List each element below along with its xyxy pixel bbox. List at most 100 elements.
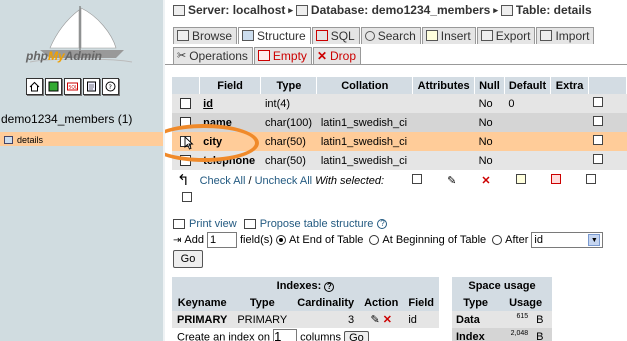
tab-bar-secondary: ✂ Operations Empty ✕ Drop	[173, 47, 362, 64]
space-header-usage: Usage	[499, 294, 552, 311]
tab-underline	[165, 64, 627, 65]
after-label: After	[505, 234, 529, 246]
sidebar-item-details[interactable]: details	[4, 135, 163, 145]
field-default	[504, 151, 551, 170]
after-radio[interactable]	[492, 235, 503, 245]
create-index-go-button[interactable]: Go	[344, 330, 369, 341]
header-extra[interactable]: Extra	[550, 77, 589, 94]
breadcrumb-separator: ▸	[493, 4, 498, 15]
phpmyadmin-logo-text: phpMyAdmin	[26, 49, 103, 63]
drop-icon: ✕	[316, 48, 327, 63]
propose-structure-link[interactable]: Propose table structure	[260, 218, 374, 230]
at-beginning-label: At Beginning of Table	[382, 234, 487, 246]
index-header-action: Action	[359, 294, 404, 311]
breadcrumb-database[interactable]: Database: demo1234_members	[311, 3, 490, 17]
help-icon[interactable]: ?	[324, 281, 335, 292]
help-icon[interactable]: ?	[102, 78, 119, 95]
documentation-icon[interactable]	[83, 78, 100, 95]
create-index-columns-input[interactable]	[273, 329, 298, 341]
tab-insert[interactable]: Insert	[421, 27, 476, 44]
check-all-link[interactable]: Check All	[200, 175, 246, 187]
header-collation[interactable]: Collation	[316, 77, 414, 94]
unique-icon[interactable]	[550, 174, 561, 184]
index-header-keyname: Keyname	[172, 294, 233, 311]
row-checkbox[interactable]	[180, 98, 192, 110]
index-header-field: Field	[403, 294, 440, 311]
header-default[interactable]: Default	[504, 77, 552, 94]
print-view-link[interactable]: Print view	[189, 218, 237, 230]
field-collation: latin1_swedish_ci	[316, 113, 413, 132]
arrow-up-icon: ↰	[177, 172, 190, 189]
header-field[interactable]: Field	[199, 77, 262, 94]
field-count-input[interactable]	[206, 232, 237, 248]
browse-distinct-icon[interactable]	[592, 97, 603, 107]
tab-import[interactable]: Import	[536, 27, 595, 44]
main-pane: Server: localhost ▸ Database: demo1234_m…	[165, 0, 627, 341]
tab-sql[interactable]: SQL	[311, 27, 360, 44]
browse-distinct-icon[interactable]	[592, 154, 603, 164]
row-actions	[588, 151, 627, 170]
breadcrumb: Server: localhost ▸ Database: demo1234_m…	[173, 3, 592, 17]
field-extra	[550, 151, 589, 170]
tab-export[interactable]: Export	[476, 27, 536, 44]
database-title[interactable]: demo1234_members (1)	[1, 112, 132, 126]
browse-icon	[177, 30, 189, 41]
tab-empty[interactable]: Empty	[253, 47, 312, 64]
at-beginning-radio[interactable]	[369, 235, 380, 245]
browse-icon[interactable]	[412, 174, 423, 184]
primary-key-icon[interactable]	[515, 174, 526, 184]
edit-pencil-icon[interactable]: ✎	[370, 314, 379, 326]
add-field-go-button[interactable]: Go	[173, 250, 203, 268]
search-icon	[364, 30, 375, 41]
sql-icon[interactable]: SQL	[64, 78, 81, 95]
row-actions	[588, 132, 627, 151]
check-all-separator: /	[245, 174, 255, 187]
browse-distinct-icon[interactable]	[592, 135, 603, 145]
query-window-icon[interactable]	[45, 78, 62, 95]
add-field-icon: ⇥	[173, 234, 182, 246]
tab-search[interactable]: Search	[360, 27, 421, 44]
tab-drop[interactable]: ✕ Drop	[312, 47, 362, 64]
breadcrumb-server[interactable]: Server: localhost	[188, 3, 285, 17]
svg-text:SQL: SQL	[69, 85, 78, 91]
header-type[interactable]: Type	[260, 77, 318, 94]
field-collation	[316, 94, 413, 113]
fulltext-icon[interactable]	[182, 192, 192, 202]
tab-browse[interactable]: Browse	[173, 27, 238, 44]
sql-icon	[315, 30, 328, 41]
sidebar-item-label[interactable]: details	[17, 135, 43, 145]
index-icon[interactable]	[585, 174, 596, 184]
info-icon[interactable]: ?	[377, 219, 388, 229]
breadcrumb-table[interactable]: Table: details	[516, 3, 592, 17]
svg-text:?: ?	[109, 83, 112, 91]
tab-operations[interactable]: ✂ Operations	[173, 47, 253, 64]
wrench-icon: ✂	[177, 50, 187, 62]
home-icon[interactable]	[26, 78, 43, 95]
header-null[interactable]: Null	[474, 77, 505, 94]
tab-structure[interactable]: Structure	[238, 27, 311, 44]
field-type: char(50)	[260, 151, 317, 170]
field-attributes	[412, 94, 475, 113]
field-null: No	[474, 113, 505, 132]
header-attributes[interactable]: Attributes	[412, 77, 476, 94]
uncheck-all-link[interactable]: Uncheck All	[255, 175, 312, 187]
field-collation: latin1_swedish_ci	[316, 132, 413, 151]
at-end-radio[interactable]	[275, 235, 286, 245]
create-index-row: Create an index on columns Go	[172, 328, 439, 341]
field-name: id	[199, 94, 261, 113]
breadcrumb-separator: ▸	[288, 4, 293, 15]
after-field-select[interactable]: id ▼	[531, 232, 604, 248]
browse-distinct-icon[interactable]	[592, 116, 603, 126]
add-label: Add	[184, 234, 204, 246]
drop-x-icon[interactable]: ✕	[383, 314, 392, 326]
field-type: char(50)	[260, 132, 317, 151]
columns-label: columns	[300, 331, 342, 341]
index-keyname: PRIMARY	[172, 311, 233, 328]
drop-x-icon[interactable]: ✕	[481, 174, 490, 187]
index-field: id	[403, 311, 440, 328]
table-icon	[500, 4, 513, 16]
space-type: Index	[452, 328, 500, 341]
edit-pencil-icon[interactable]: ✎	[447, 174, 456, 187]
structure-icon	[242, 30, 255, 41]
row-select	[172, 94, 200, 113]
